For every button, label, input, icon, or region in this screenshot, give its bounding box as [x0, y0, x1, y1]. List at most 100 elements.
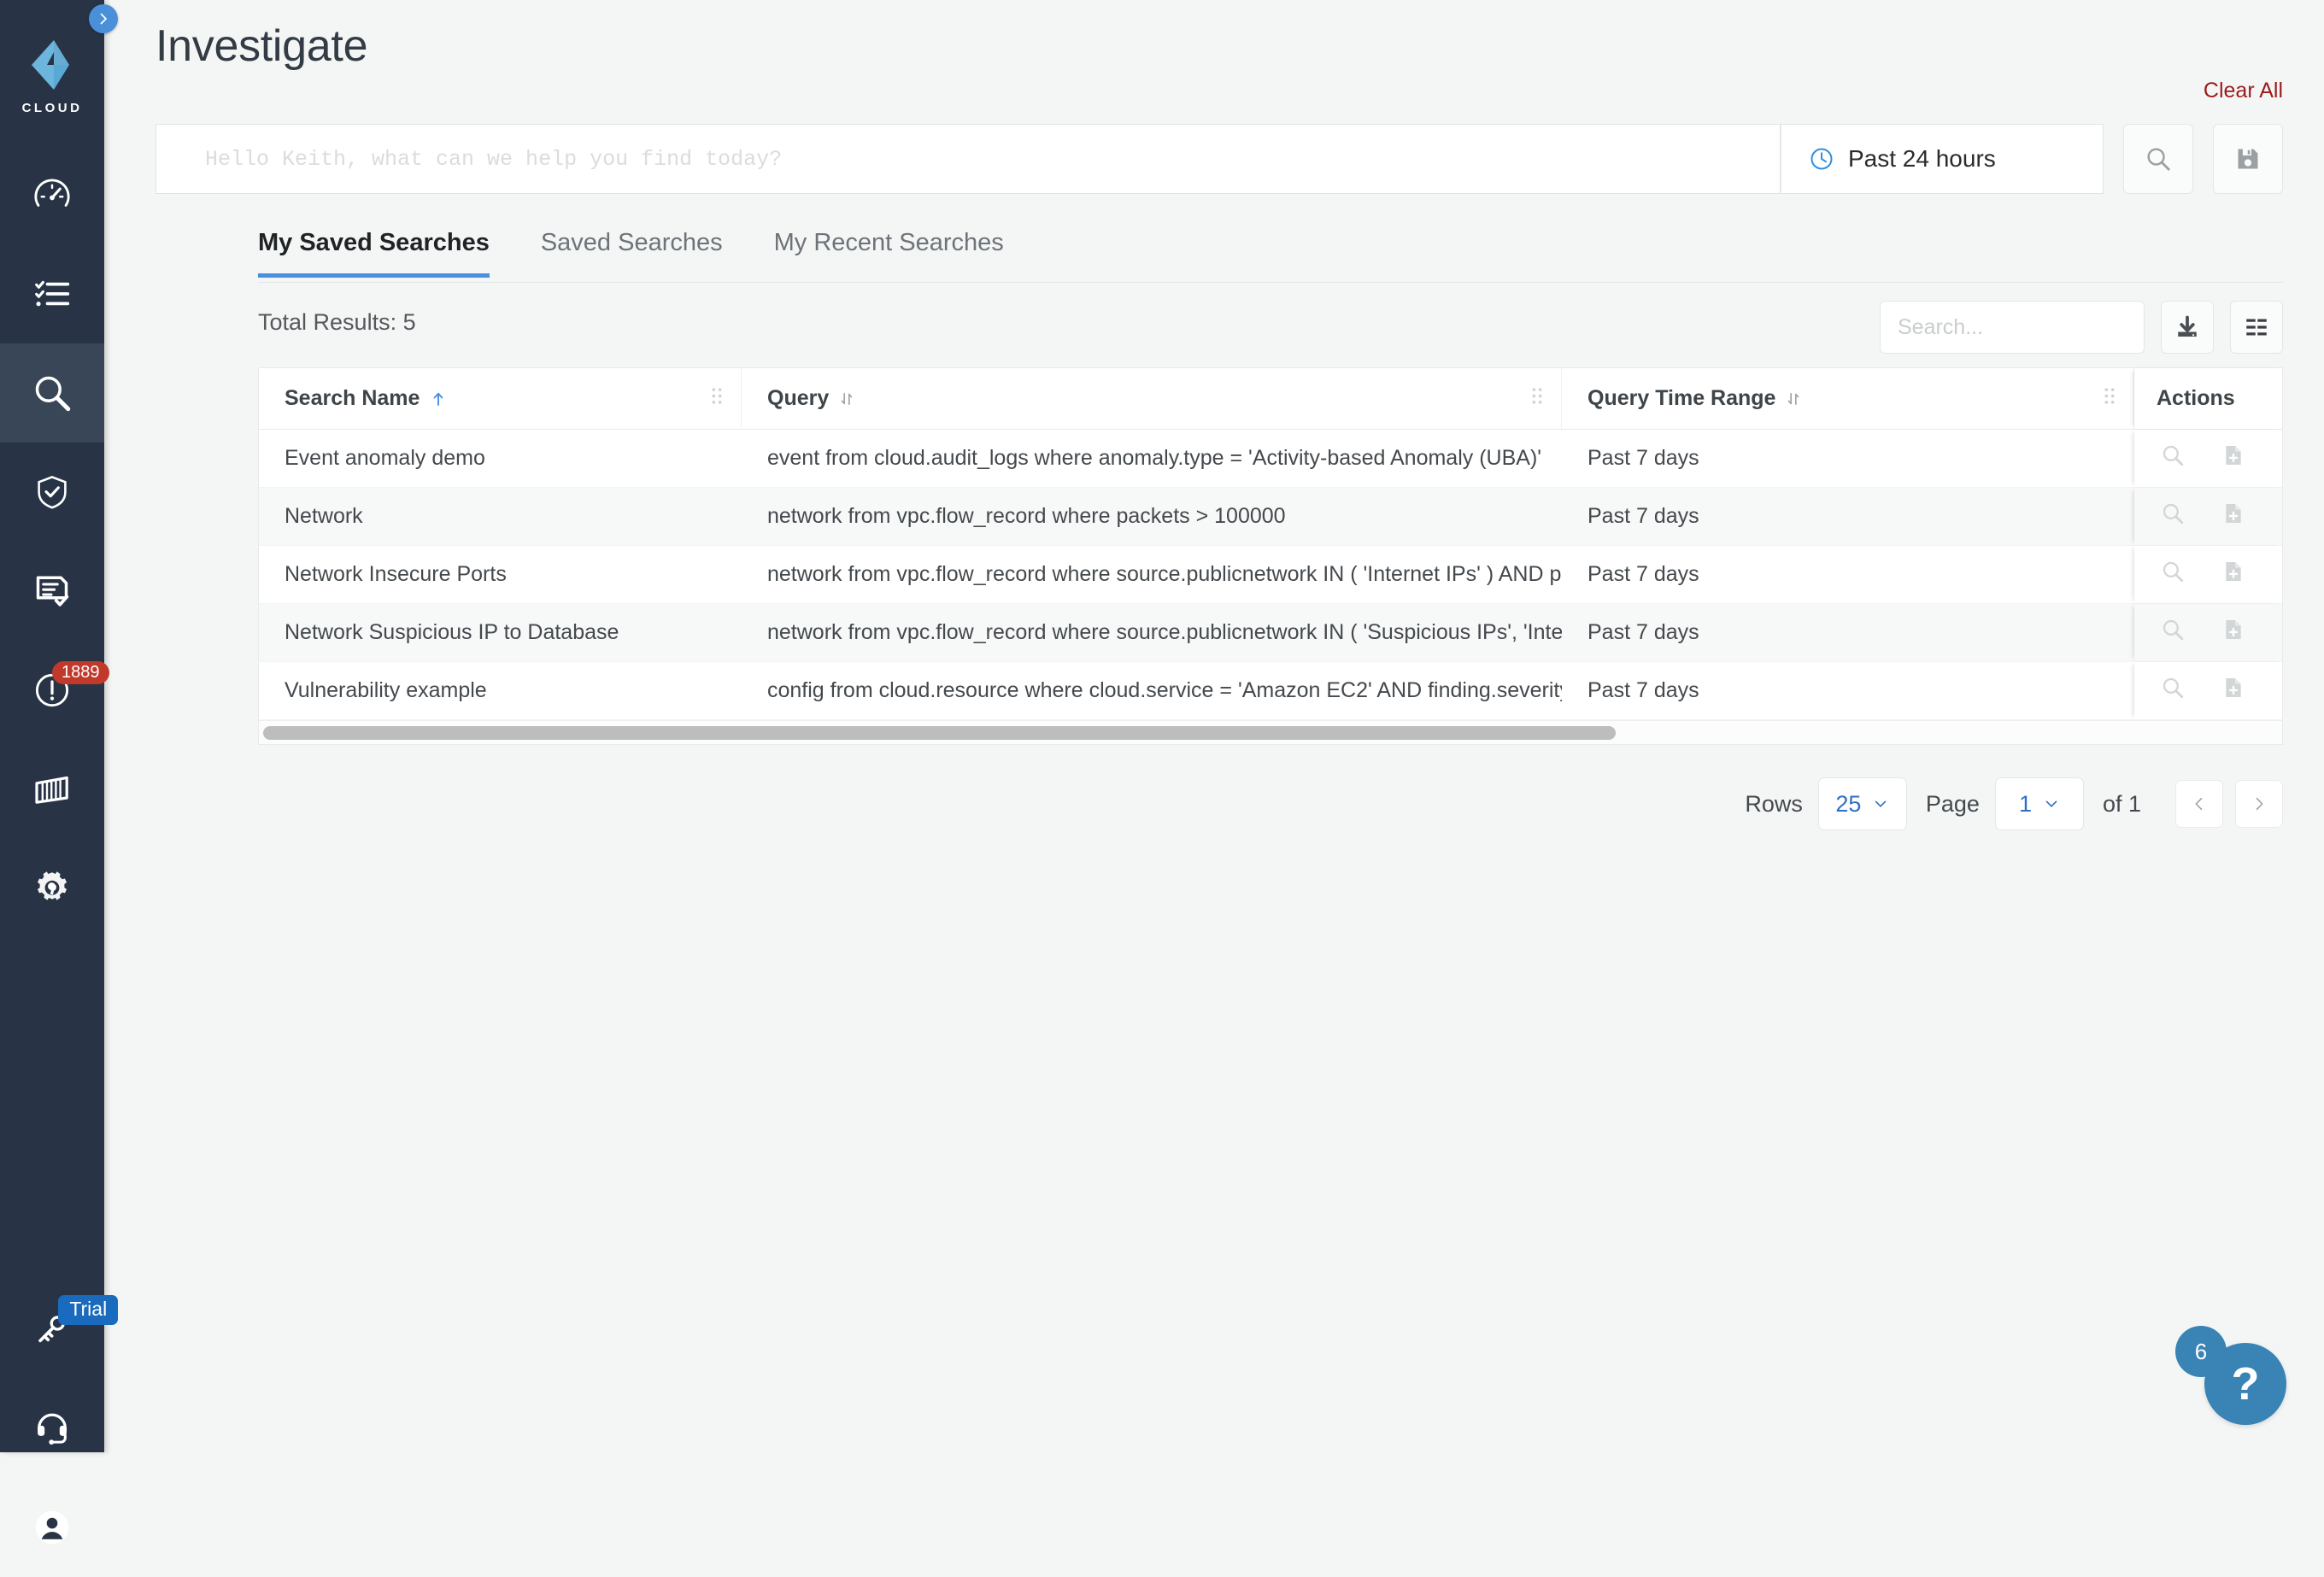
- headset-icon: [38, 1413, 67, 1445]
- cell-actions: [2134, 546, 2282, 603]
- cell-search-name: Network Suspicious IP to Database: [285, 620, 619, 644]
- table-row[interactable]: Network Suspicious IP to Database network…: [259, 604, 2282, 662]
- run-search-button[interactable]: [2123, 124, 2193, 194]
- cell-search-name: Network Insecure Ports: [285, 562, 507, 586]
- horizontal-scrollbar[interactable]: [259, 720, 2282, 744]
- create-report-button[interactable]: [2221, 443, 2245, 473]
- checklist-icon: [35, 280, 70, 307]
- table-row[interactable]: Vulnerability example config from cloud.r…: [259, 662, 2282, 720]
- file-plus-icon: [2221, 620, 2245, 647]
- sidebar-item-checklist[interactable]: [0, 244, 104, 343]
- cell-search-name: Event anomaly demo: [285, 446, 485, 470]
- column-header-query[interactable]: Query: [742, 368, 1562, 429]
- column-header-search-name[interactable]: Search Name: [259, 368, 742, 429]
- sidebar-item-reports[interactable]: [0, 542, 104, 641]
- report-check-icon: [36, 576, 69, 607]
- table-toolbar: [1880, 301, 2283, 354]
- cell-query-link[interactable]: network from vpc.flow_record where sourc…: [742, 604, 1562, 661]
- sidebar-item-alerts[interactable]: 1889: [0, 641, 109, 740]
- view-search-button[interactable]: [2160, 675, 2186, 706]
- column-resize-grip[interactable]: [710, 386, 724, 411]
- create-report-button[interactable]: [2221, 676, 2245, 706]
- create-report-button[interactable]: [2221, 560, 2245, 589]
- sort-none-icon[interactable]: [838, 390, 855, 408]
- sidebar-item-remediation[interactable]: [0, 839, 104, 938]
- cell-search-name: Vulnerability example: [285, 678, 487, 702]
- sort-none-icon[interactable]: [1785, 390, 1802, 408]
- sort-asc-icon[interactable]: [429, 390, 448, 408]
- tab-saved-searches[interactable]: Saved Searches: [541, 229, 723, 278]
- create-report-button[interactable]: [2221, 618, 2245, 648]
- cell-actions: [2134, 604, 2282, 661]
- qualys-cloud-logo-icon: [32, 40, 69, 90]
- table-search-field[interactable]: [1880, 301, 2173, 354]
- delete-search-button[interactable]: [2281, 560, 2282, 589]
- cell-query-link[interactable]: network from vpc.flow_record where packe…: [742, 488, 1562, 545]
- table-row[interactable]: Network network from vpc.flow_record wher…: [259, 488, 2282, 546]
- column-resize-grip[interactable]: [2103, 386, 2116, 411]
- sidebar-item-containers[interactable]: [0, 740, 104, 839]
- cell-query-link[interactable]: event from cloud.audit_logs where anomal…: [742, 430, 1562, 487]
- delete-search-button[interactable]: [2281, 676, 2282, 706]
- page-number-select[interactable]: 1: [1994, 777, 2084, 830]
- sidebar-item-posture[interactable]: [0, 443, 104, 542]
- cell-actions: [2134, 662, 2282, 719]
- delete-search-button[interactable]: [2281, 501, 2282, 531]
- tab-my-recent-searches[interactable]: My Recent Searches: [774, 229, 1004, 278]
- help-button[interactable]: 6 ?: [2175, 1326, 2286, 1425]
- page-total-label: of 1: [2102, 790, 2141, 817]
- column-resize-grip[interactable]: [1530, 386, 1544, 411]
- sidebar: CLOUD 1889 Trial: [0, 0, 119, 1545]
- table-row[interactable]: Event anomaly demo event from cloud.audit…: [259, 430, 2282, 488]
- cell-query-link[interactable]: config from cloud.resource where cloud.s…: [742, 662, 1562, 719]
- time-range-label: Past 24 hours: [1848, 145, 1996, 172]
- save-disk-icon: [2238, 149, 2258, 169]
- cell-search-name: Network: [285, 504, 363, 528]
- save-search-button[interactable]: [2213, 124, 2283, 194]
- table-search-input[interactable]: [1898, 314, 2173, 340]
- file-plus-icon: [2221, 678, 2245, 705]
- cell-query-link[interactable]: network from vpc.flow_record where sourc…: [742, 546, 1562, 603]
- delete-search-button[interactable]: [2281, 618, 2282, 648]
- cell-query-time-range: Past 7 days: [1587, 620, 1699, 644]
- view-search-button[interactable]: [2160, 501, 2186, 532]
- delete-search-button[interactable]: [2281, 443, 2282, 473]
- search-input[interactable]: [205, 146, 1780, 172]
- trash-icon: [2281, 448, 2282, 472]
- rows-per-page-select[interactable]: 25: [1817, 777, 1907, 830]
- view-search-button[interactable]: [2160, 617, 2186, 648]
- trial-tag: Trial: [58, 1295, 119, 1325]
- view-search-button[interactable]: [2160, 559, 2186, 590]
- sidebar-item-investigate[interactable]: [0, 343, 104, 443]
- global-search-row: Past 24 hours: [156, 124, 2283, 194]
- next-page-button[interactable]: [2235, 780, 2283, 828]
- sidebar-item-dashboard[interactable]: [0, 145, 104, 244]
- main-content: Investigate Clear All Past 24 hours: [104, 0, 2324, 1452]
- search-tabs: My Saved Searches Saved Searches My Rece…: [258, 229, 1055, 278]
- tab-my-saved-searches[interactable]: My Saved Searches: [258, 229, 490, 278]
- horizontal-scrollbar-thumb[interactable]: [263, 725, 1616, 740]
- time-range-selector[interactable]: Past 24 hours: [1781, 124, 2104, 194]
- view-search-button[interactable]: [2160, 443, 2186, 474]
- sidebar-item-account[interactable]: [0, 1478, 104, 1577]
- download-button[interactable]: [2161, 301, 2214, 354]
- container-icon: [35, 776, 68, 804]
- sidebar-item-support[interactable]: [0, 1379, 104, 1478]
- create-report-button[interactable]: [2221, 501, 2245, 531]
- global-search-field[interactable]: [156, 124, 1781, 194]
- search-icon: [35, 376, 71, 412]
- page-label: Page: [1925, 790, 1980, 817]
- chevron-right-icon: [2256, 797, 2263, 811]
- saved-searches-table: Search Name Query Query Time Range Actio…: [258, 367, 2283, 745]
- sidebar-item-licenses[interactable]: Trial: [0, 1280, 119, 1379]
- column-settings-icon: [2246, 319, 2267, 336]
- table-row[interactable]: Network Insecure Ports network from vpc.f…: [259, 546, 2282, 604]
- column-settings-button[interactable]: [2230, 301, 2283, 354]
- clear-all-link[interactable]: Clear All: [2204, 79, 2283, 103]
- column-header-query-time-range[interactable]: Query Time Range: [1562, 368, 2134, 429]
- sidebar-toggle-button[interactable]: [89, 4, 118, 33]
- shield-check-icon: [38, 476, 67, 509]
- column-header-label: Actions: [2157, 386, 2235, 410]
- previous-page-button[interactable]: [2175, 780, 2223, 828]
- search-icon: [2160, 503, 2186, 531]
